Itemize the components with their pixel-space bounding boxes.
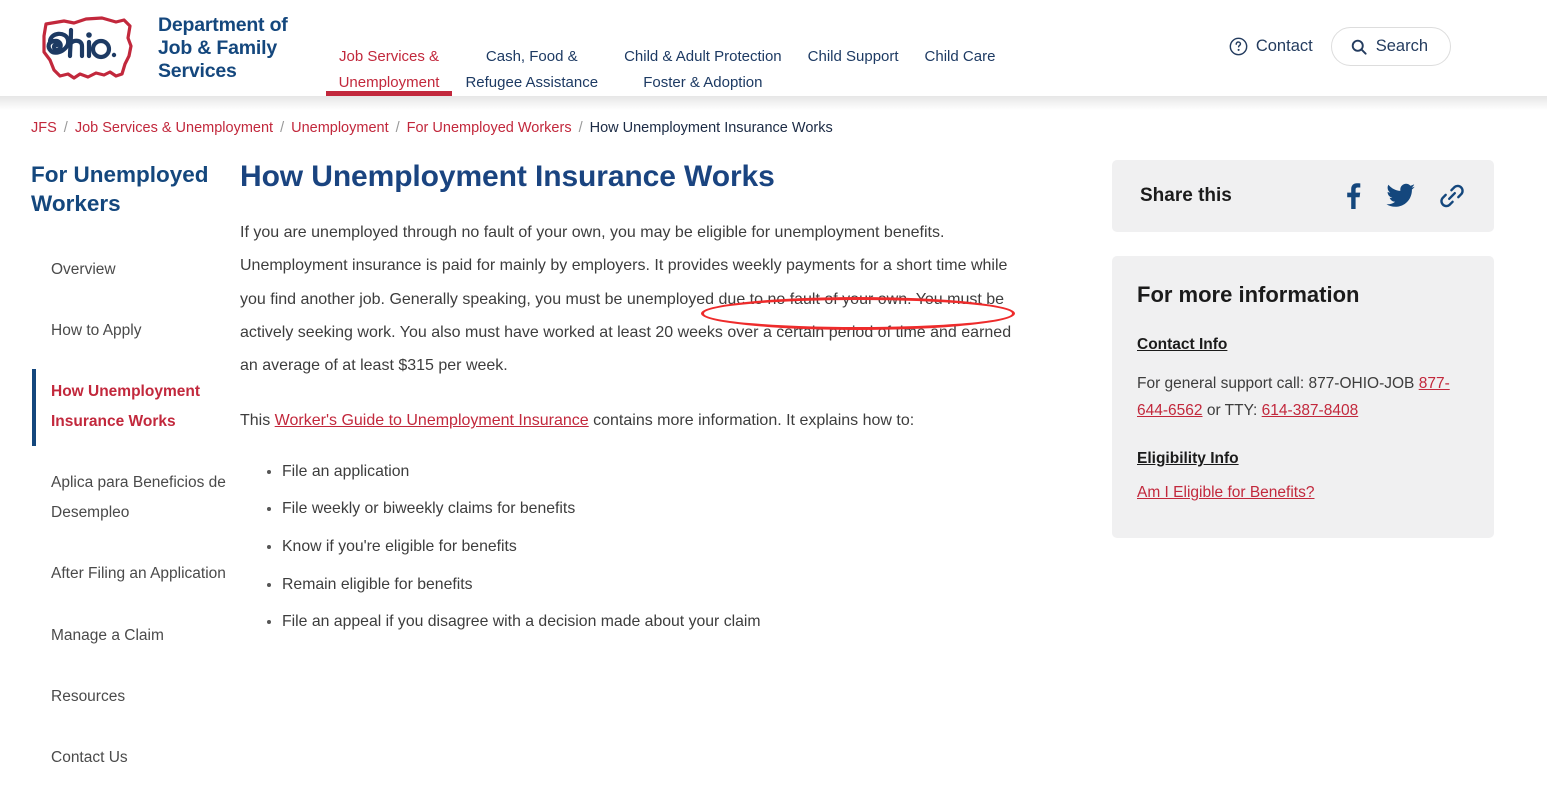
nav-item-label: Job Services & Unemployment: [338, 48, 440, 91]
list-item: Remain eligible for benefits: [282, 573, 1040, 597]
nav-item-child-care[interactable]: Child Care: [912, 18, 1009, 96]
nav-active-underline: [325, 91, 453, 96]
sidebar-item-how-to-apply[interactable]: How to Apply: [31, 316, 231, 345]
nav-item-label: Child Care: [924, 48, 996, 65]
main-navigation: Job Services & Unemployment Cash, Food &…: [325, 18, 1009, 96]
list-item: File an appeal if you disagree with a de…: [282, 610, 1040, 634]
sidebar-item-after-filing-an-application[interactable]: After Filing an Application: [31, 559, 231, 588]
list-item: File an application: [282, 460, 1040, 484]
sidebar-item-label: After Filing an Application: [51, 565, 226, 583]
sidebar-active-marker: [32, 369, 36, 447]
nav-item-child-support[interactable]: Child Support: [795, 18, 912, 96]
list-item: File weekly or biweekly claims for benef…: [282, 497, 1040, 521]
contact-info-heading[interactable]: Contact Info: [1137, 336, 1227, 354]
breadcrumb-item-job-services[interactable]: Job Services & Unemployment: [75, 120, 273, 136]
workers-guide-link[interactable]: Worker's Guide to Unemployment Insurance: [275, 412, 589, 429]
sidebar-item-label: How to Apply: [51, 321, 142, 339]
tty-phone-link[interactable]: 614-387-8408: [1262, 402, 1359, 419]
breadcrumb-item-for-unemployed-workers[interactable]: For Unemployed Workers: [407, 120, 572, 136]
share-panel-title: Share this: [1140, 185, 1232, 206]
facebook-icon[interactable]: [1340, 182, 1364, 210]
search-button[interactable]: Search: [1330, 27, 1451, 66]
nav-item-cash-food-refugee[interactable]: Cash, Food & Refugee Assistance: [452, 18, 611, 96]
sidebar-item-label: Contact Us: [51, 749, 128, 767]
nav-item-label: Cash, Food & Refugee Assistance: [465, 48, 599, 91]
breadcrumb-item-unemployment[interactable]: Unemployment: [291, 120, 389, 136]
intro-paragraph: If you are unemployed through no fault o…: [240, 224, 1012, 375]
sidebar-item-aplica-para-beneficios[interactable]: Aplica para Beneficios de Desempleo: [31, 468, 231, 527]
section-sidebar: For Unemployed Workers Overview How to A…: [0, 160, 240, 805]
sidebar-item-label: Manage a Claim: [51, 626, 164, 644]
sidebar-item-resources[interactable]: Resources: [31, 682, 231, 711]
guide-paragraph-prefix: This: [240, 412, 275, 430]
contact-label: Contact: [1255, 37, 1313, 55]
sidebar-item-overview[interactable]: Overview: [31, 255, 231, 284]
sidebar-item-contact-us[interactable]: Contact Us: [31, 743, 231, 772]
sidebar-nav: Overview How to Apply How Unemployment I…: [31, 255, 240, 805]
sidebar-item-label: How Unemployment Insurance Works: [51, 383, 200, 430]
list-item: Know if you're eligible for benefits: [282, 535, 1040, 559]
breadcrumb-separator: /: [280, 120, 285, 136]
nav-item-job-services-unemployment[interactable]: Job Services & Unemployment: [325, 18, 453, 96]
right-rail: Share this For more information Contact …: [1112, 160, 1494, 562]
breadcrumb-separator: /: [578, 120, 583, 136]
contact-info-middle: or TTY:: [1202, 402, 1262, 420]
search-icon: [1351, 39, 1367, 55]
search-label: Search: [1375, 37, 1428, 55]
nav-item-label: Child & Adult Protection Foster & Adopti…: [624, 48, 782, 91]
header-shadow: [0, 96, 1547, 110]
header-utility-area: Contact Search: [1229, 27, 1451, 66]
guide-paragraph: This Worker's Guide to Unemployment Insu…: [240, 404, 1022, 437]
logo-line-1: Department of: [158, 13, 288, 36]
site-header: Department of Job & Family Services Job …: [0, 0, 1547, 96]
breadcrumb-separator: /: [395, 120, 400, 136]
site-logo[interactable]: Department of Job & Family Services: [30, 12, 288, 84]
breadcrumb-separator: /: [63, 120, 68, 136]
question-circle-icon: [1229, 37, 1248, 56]
contact-info-text: For general support call: 877-OHIO-JOB 8…: [1137, 370, 1469, 424]
logo-agency-name: Department of Job & Family Services: [158, 14, 288, 83]
twitter-icon[interactable]: [1386, 183, 1416, 209]
nav-item-label: Child Support: [807, 48, 899, 65]
share-icon-group: [1340, 182, 1466, 210]
sidebar-item-label: Resources: [51, 688, 126, 705]
link-icon[interactable]: [1438, 182, 1466, 210]
logo-line-2: Job & Family: [158, 36, 277, 59]
share-panel: Share this: [1112, 160, 1494, 232]
sidebar-item-label: Overview: [51, 260, 116, 278]
guide-paragraph-suffix: contains more information. It explains h…: [588, 412, 915, 430]
sidebar-title: For Unemployed Workers: [31, 162, 209, 217]
ohio-state-outline-logo: [42, 16, 133, 80]
contact-button[interactable]: Contact: [1229, 37, 1313, 56]
page-body: For Unemployed Workers Overview How to A…: [0, 160, 1547, 805]
breadcrumb-current-page: How Unemployment Insurance Works: [589, 120, 833, 136]
breadcrumb-item-jfs[interactable]: JFS: [31, 120, 57, 136]
sidebar-item-how-unemployment-insurance-works[interactable]: How Unemployment Insurance Works: [31, 369, 231, 447]
sidebar-item-manage-a-claim[interactable]: Manage a Claim: [31, 621, 231, 650]
explains-how-to-list: File an application File weekly or biwee…: [240, 460, 1040, 634]
am-i-eligible-link[interactable]: Am I Eligible for Benefits?: [1137, 484, 1314, 502]
eligibility-info-heading[interactable]: Eligibility Info: [1137, 450, 1239, 468]
sidebar-item-label: Aplica para Beneficios de Desempleo: [51, 474, 226, 521]
main-content: How Unemployment Insurance Works If you …: [240, 160, 1040, 648]
page-title: How Unemployment Insurance Works: [240, 160, 775, 193]
more-information-panel: For more information Contact Info For ge…: [1112, 256, 1494, 539]
nav-item-child-adult-protection[interactable]: Child & Adult Protection Foster & Adopti…: [611, 18, 795, 96]
contact-info-prefix: For general support call: 877-OHIO-JOB: [1137, 375, 1419, 392]
more-information-title: For more information: [1137, 282, 1360, 307]
breadcrumb: JFS / Job Services & Unemployment / Unem…: [31, 120, 1547, 136]
logo-line-3: Services: [158, 59, 237, 82]
